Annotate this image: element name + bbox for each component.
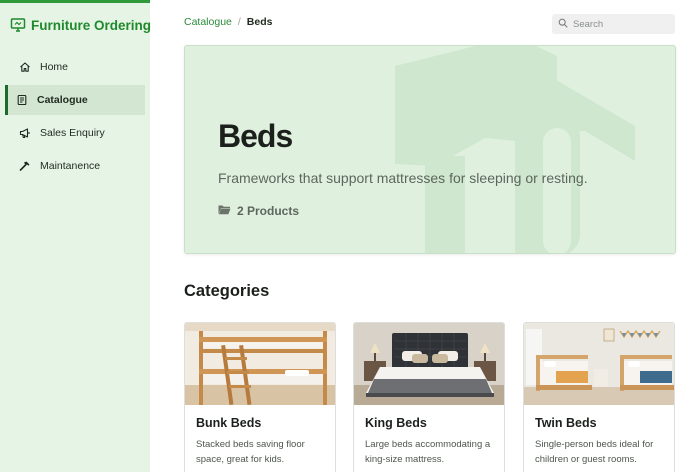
card-title: Twin Beds [535, 416, 597, 430]
sidebar-item-label: Catalogue [37, 94, 88, 106]
card-title: Bunk Beds [196, 416, 262, 430]
search-input[interactable] [573, 18, 669, 30]
breadcrumb-separator: / [237, 16, 241, 28]
hero-description: Frameworks that support mattresses for s… [218, 170, 588, 186]
card-description: Stacked beds saving floor space, great f… [196, 439, 305, 465]
category-card-bunk-beds[interactable]: Bunk Beds Stacked beds saving floor spac… [184, 322, 336, 472]
hammer-icon [19, 160, 31, 172]
sidebar-item-label: Sales Enquiry [40, 127, 105, 139]
twin-beds-image [524, 323, 674, 405]
card-title: King Beds [365, 416, 427, 430]
sidebar: Furniture Ordering Home Catalogue Sales … [0, 0, 151, 472]
sidebar-item-label: Home [40, 61, 69, 73]
brand-title: Furniture Ordering [31, 17, 152, 33]
search-box[interactable] [552, 14, 675, 34]
sidebar-item-home[interactable]: Home [5, 52, 145, 82]
sidebar-item-label: Maintanence [40, 160, 101, 172]
king-beds-image [354, 323, 504, 405]
hero-title: Beds [218, 118, 293, 154]
megaphone-icon [19, 127, 31, 139]
category-hero: Beds Frameworks that support mattresses … [184, 45, 676, 254]
bunk-beds-image [185, 323, 335, 405]
sidebar-item-catalogue[interactable]: Catalogue [5, 85, 145, 115]
card-description: Single-person beds ideal for children or… [535, 439, 654, 465]
categories-heading: Categories [184, 282, 270, 300]
search-icon [558, 15, 568, 33]
breadcrumb: Catalogue / Beds [184, 16, 272, 28]
sidebar-item-sales-enquiry[interactable]: Sales Enquiry [5, 118, 145, 148]
category-card-king-beds[interactable]: King Beds Large beds accommodating a kin… [353, 322, 505, 472]
brand[interactable]: Furniture Ordering [10, 17, 151, 33]
card-description: Large beds accommodating a king-size mat… [365, 439, 491, 465]
sidebar-nav: Home Catalogue Sales Enquiry Maintanence [5, 52, 145, 184]
product-count-label: 2 Products [237, 204, 300, 218]
product-count: 2 Products [218, 204, 299, 218]
book-icon [16, 94, 28, 106]
category-card-twin-beds[interactable]: Twin Beds Single-person beds ideal for c… [523, 322, 675, 472]
folder-icon [218, 204, 231, 218]
sidebar-item-maintanence[interactable]: Maintanence [5, 151, 145, 181]
monitor-icon [10, 17, 26, 33]
home-icon [19, 61, 31, 73]
breadcrumb-current: Beds [246, 16, 273, 28]
breadcrumb-link-catalogue[interactable]: Catalogue [184, 16, 232, 28]
